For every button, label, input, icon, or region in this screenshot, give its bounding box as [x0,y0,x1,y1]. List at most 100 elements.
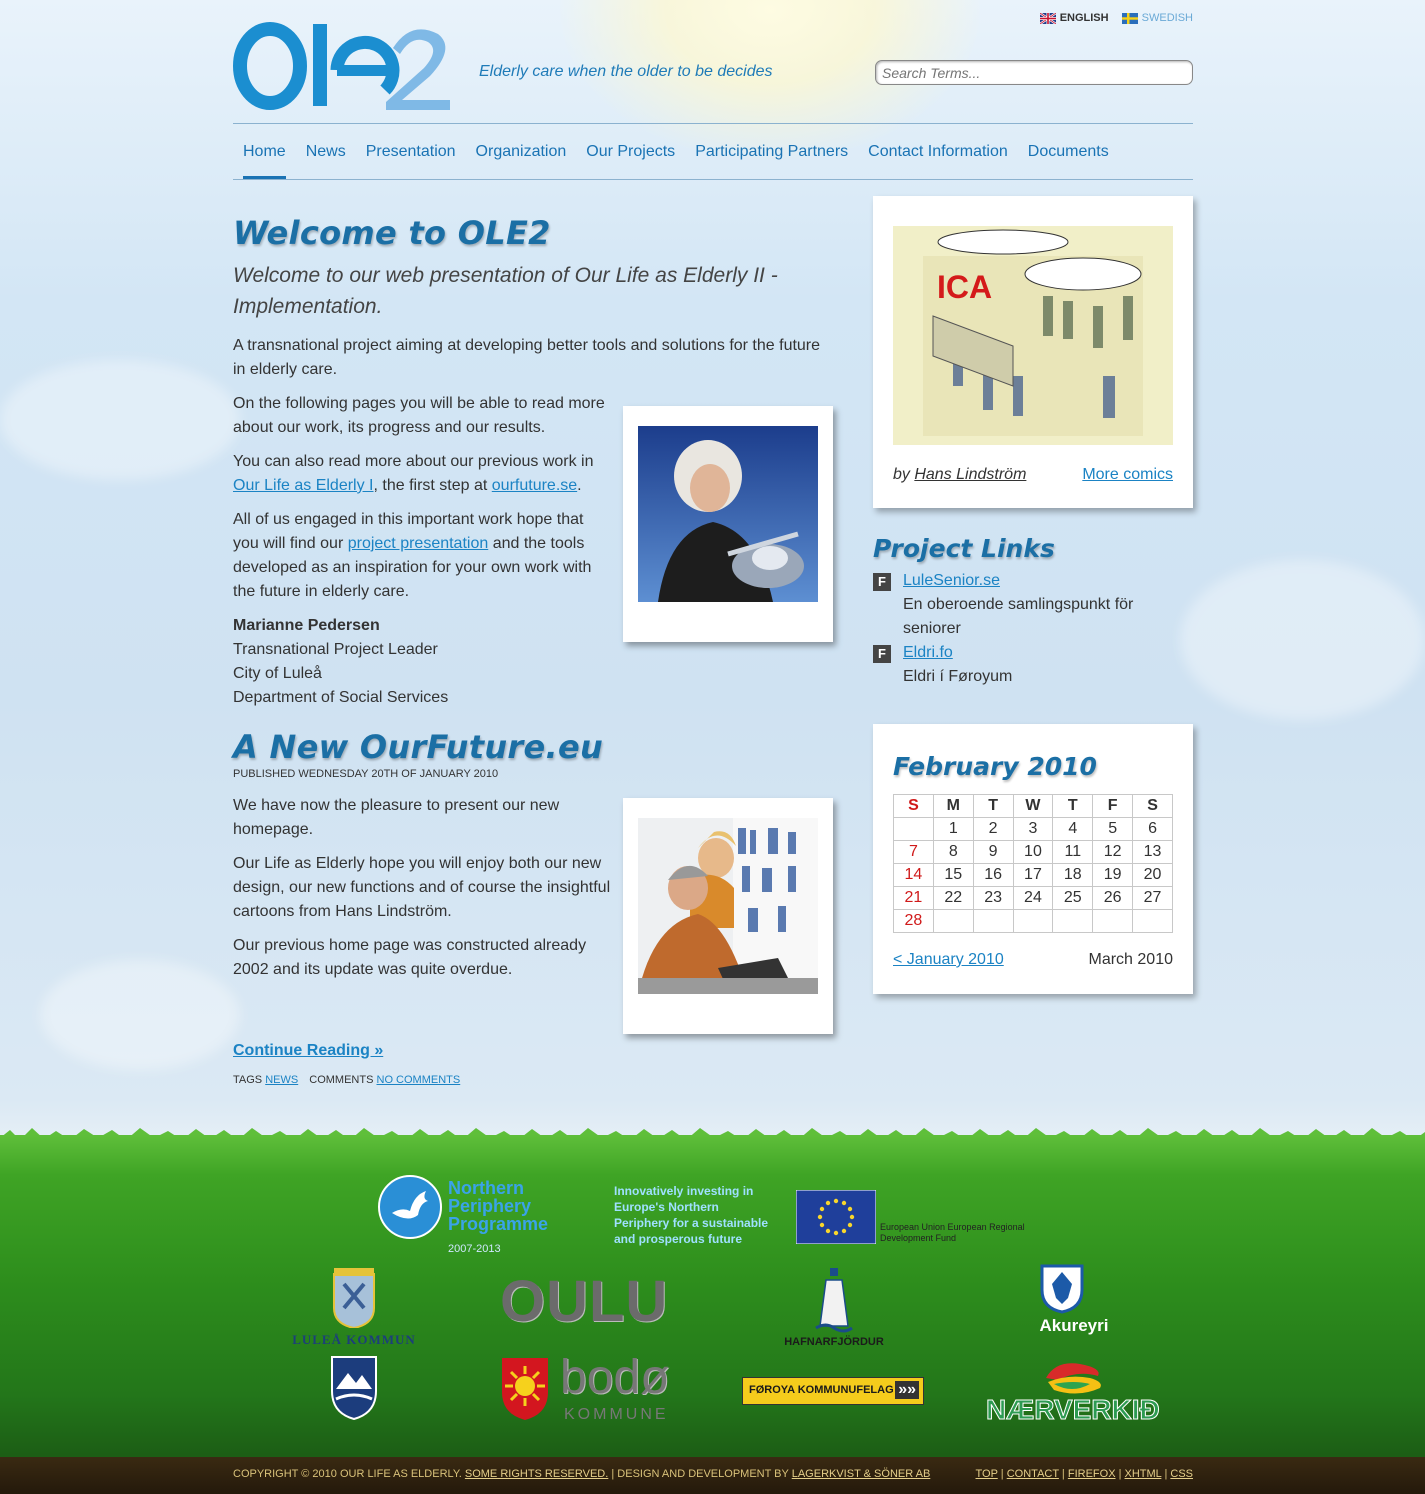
sponsor-akureyri-logo[interactable]: Akureyri [1024,1264,1124,1344]
nav-contact-information[interactable]: Contact Information [868,143,1008,180]
calendar-week: 1 2 3 4 5 6 [893,817,1173,841]
calendar-next-month: March 2010 [1088,951,1174,968]
sponsor-hafnarfjordur-logo[interactable]: HAFNARFJÖRDUR [776,1268,892,1352]
signature-role: Transnational Project Leader [233,641,438,658]
day-header: S [893,794,934,818]
post-tags-bar: TAGS NEWS COMMENTS NO COMMENTS [233,1074,461,1086]
uk-flag-icon [1039,12,1056,24]
sponsor-lulea-logo[interactable]: LULEÅ KOMMUN [284,1266,424,1350]
lulesenior-link[interactable]: LuleSenior.se [903,572,1000,589]
lang-english[interactable]: ENGLISH [1039,12,1109,24]
naerverkid-name: NÆRVERKIÐ [986,1394,1161,1426]
nav-presentation[interactable]: Presentation [366,143,456,180]
day-header: W [1012,794,1054,818]
calendar-day [1012,909,1054,933]
post-title[interactable]: Welcome to OLE2 [233,214,833,252]
calendar-prev-month-link[interactable]: < January 2010 [893,951,1004,969]
sponsor-bodo-logo[interactable]: bodø KOMMUNE [500,1351,700,1426]
calendar-day [1052,909,1094,933]
calendar-day [932,909,974,933]
footer-links: TOP | CONTACT | FIREFOX | XHTML | CSS [975,1468,1193,1480]
hafnarfjordur-name: HAFNARFJÖRDUR [784,1336,884,1348]
search-input[interactable] [875,60,1193,85]
sponsor-hornafjordur-logo[interactable] [300,1355,410,1425]
post-title[interactable]: A New OurFuture.eu [233,728,833,766]
project-link-item: F Eldri.fo Eldri í Føroyum [873,641,1193,689]
project-links-title: Project Links [873,534,1055,563]
sponsor-eu-logo[interactable]: European Union European Regional Develop… [796,1190,1046,1246]
continue-reading-link[interactable]: Continue Reading » [233,1042,383,1059]
eldri-link[interactable]: Eldri.fo [903,644,953,661]
nav-documents[interactable]: Documents [1028,143,1109,180]
calendar-day: 6 [1132,817,1173,841]
nav-our-projects[interactable]: Our Projects [586,143,675,180]
sponsor-oulu-logo[interactable]: OULU [500,1268,690,1334]
footer-link-css[interactable]: CSS [1170,1468,1193,1480]
our-life-as-elderly-link[interactable]: Our Life as Elderly I [233,477,374,494]
calendar-day: 4 [1052,817,1094,841]
post-lead: Welcome to our web presentation of Our L… [233,264,778,318]
lang-swedish[interactable]: SWEDISH [1121,12,1193,24]
cloud [40,960,240,1070]
footer-link-top[interactable]: TOP [976,1468,998,1480]
calendar-day: 13 [1132,840,1173,864]
sponsor-npp-logo[interactable]: Northern Periphery Programme 2007-2013 [378,1175,568,1257]
calendar-day: 1 [932,817,974,841]
more-comics-link[interactable]: More comics [1082,466,1173,484]
signature-dept: Department of Social Services [233,689,449,706]
tag-news-link[interactable]: NEWS [265,1074,298,1086]
project-link-item: F LuleSenior.se En oberoende samlingspun… [873,569,1193,641]
site-tagline: Elderly care when the older to be decide… [479,63,773,80]
language-switcher: ENGLISH SWEDISH [1030,12,1193,27]
nav-news[interactable]: News [306,143,346,180]
calendar-day: 21 [893,886,934,910]
sponsor-foroya-logo[interactable]: FØROYA KOMMUNUFELAG »» [742,1377,924,1405]
signature-city: City of Luleå [233,665,322,682]
ourfuture-link[interactable]: ourfuture.se [492,477,577,494]
eu-caption: European Union European Regional Develop… [880,1222,1025,1243]
ole2-logo[interactable] [233,18,468,110]
project-presentation-link[interactable]: project presentation [348,535,489,552]
comic-image[interactable]: ICA [893,226,1173,445]
calendar-week: 28 [893,909,1173,933]
calendar-day: 12 [1092,840,1134,864]
calendar-day: 5 [1092,817,1134,841]
calendar-day: 26 [1092,886,1134,910]
comments-link[interactable]: NO COMMENTS [377,1074,461,1086]
comic-credit: by Hans Lindström [893,466,1027,483]
comic-author-link[interactable]: Hans Lindström [914,466,1026,483]
sponsor-naerverkid-logo[interactable]: NÆRVERKIÐ [986,1360,1166,1430]
calendar-widget: February 2010 S M T W T F S 1 2 3 4 5 6 … [873,724,1193,994]
post-paragraph: On the following pages you will be able … [233,395,605,436]
calendar-day [1132,909,1173,933]
nav-organization[interactable]: Organization [476,143,567,180]
favicon-icon: F [873,573,891,591]
lulea-name: LULEÅ KOMMUN [292,1332,416,1347]
calendar-day: 7 [893,840,934,864]
calendar-title: February 2010 [893,752,1097,781]
calendar-day: 14 [893,863,934,887]
main-nav: Home News Presentation Organization Our … [243,143,1129,180]
nav-home[interactable]: Home [243,143,286,180]
footer-rights-link[interactable]: SOME RIGHTS RESERVED. [465,1468,608,1480]
footer-link-firefox[interactable]: FIREFOX [1068,1468,1116,1480]
footer-designer-link[interactable]: LAGERKVIST & SÖNER AB [792,1468,931,1480]
signature-name: Marianne Pedersen [233,617,380,634]
eu-flag-icon [796,1190,876,1244]
post-paragraph: You can also read more about our previou… [233,453,594,494]
day-header: F [1092,794,1134,818]
photo-frame [623,798,833,1034]
project-link-desc: En oberoende samlingspunkt för seniorer [903,596,1134,637]
sidebar: ICA by Hans Lindström More comics Projec… [873,196,1193,994]
post-paragraph: Our previous home page was constructed a… [233,937,587,978]
photo-woman-motorcycle[interactable] [638,426,818,602]
day-header: T [972,794,1014,818]
calendar-day: 28 [893,909,934,933]
photo-couple-computer[interactable] [638,818,818,994]
post-published-date: PUBLISHED WEDNESDAY 20TH OF JANUARY 2010 [233,768,499,780]
footer-link-xhtml[interactable]: XHTML [1125,1468,1162,1480]
nav-participating-partners[interactable]: Participating Partners [695,143,848,180]
calendar-day: 18 [1052,863,1094,887]
day-header: S [1132,794,1173,818]
footer-link-contact[interactable]: CONTACT [1007,1468,1059,1480]
